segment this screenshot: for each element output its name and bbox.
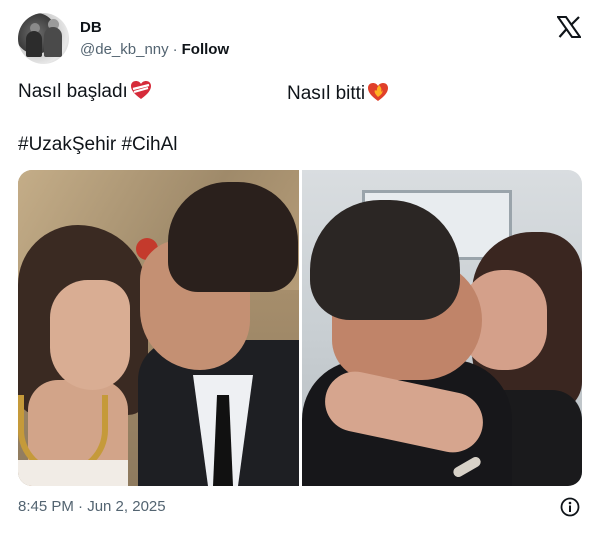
media-grid[interactable] — [18, 170, 582, 486]
hashtag-line[interactable]: #UzakŞehir #CihAl — [18, 134, 177, 156]
author-meta: @de_kb_nny · Follow — [80, 41, 229, 58]
tweet-text-left: Nasıl başladı — [18, 80, 152, 103]
heart-with-ribbon-icon — [130, 81, 151, 99]
timestamp[interactable]: 8:45 PM · Jun 2, 2025 — [18, 498, 166, 515]
tweet-text-end: Nasıl bitti — [287, 83, 366, 104]
author-handle[interactable]: @de_kb_nny — [80, 41, 169, 58]
photo-before[interactable] — [18, 170, 299, 486]
author-name[interactable]: DB — [80, 19, 102, 36]
separator-dot: · — [172, 41, 178, 58]
tweet-text-right: Nasıl bitti — [287, 80, 389, 105]
x-logo-icon[interactable] — [557, 16, 581, 38]
photo-after[interactable] — [302, 170, 582, 486]
avatar[interactable] — [18, 13, 69, 64]
tweet-card: DB @de_kb_nny · Follow Nasıl başladı Nasıl… — [0, 0, 600, 536]
heart-on-fire-icon — [368, 83, 389, 101]
info-icon[interactable] — [560, 497, 580, 517]
tweet-text-start: Nasıl başladı — [18, 81, 128, 102]
follow-link[interactable]: Follow — [182, 41, 230, 58]
